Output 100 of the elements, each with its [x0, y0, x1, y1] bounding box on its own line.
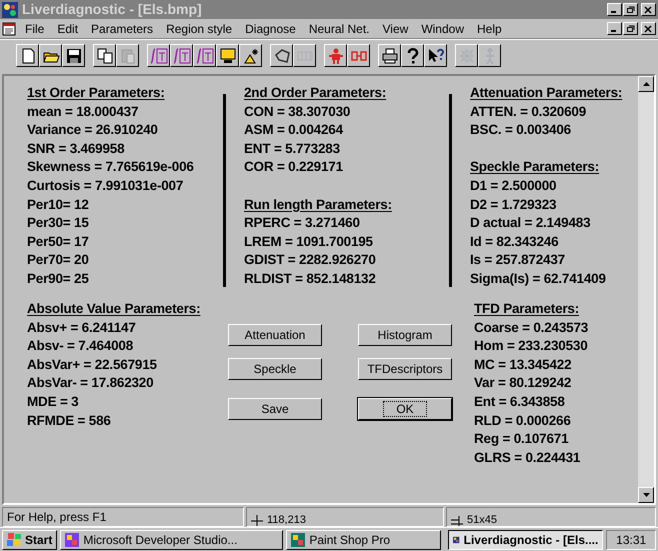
toolbar-button[interactable]	[147, 44, 170, 67]
toolbar-button[interactable]	[193, 44, 216, 67]
app-icon	[291, 532, 306, 546]
close-icon	[644, 6, 653, 14]
parameter-value: RFMDE = 586	[27, 412, 112, 430]
toolbar-button[interactable]	[424, 44, 447, 67]
restore-button[interactable]	[623, 22, 638, 35]
menu-item[interactable]: Parameters	[91, 20, 154, 38]
parameter-value: D2 = 1.729323	[470, 196, 558, 214]
parameter-value: AbsVar- = 17.862320	[27, 374, 154, 392]
parameter-value: CON = 38.307030	[244, 102, 352, 121]
scroll-up-button[interactable]	[638, 76, 654, 92]
app-icon	[65, 532, 80, 546]
app-icon	[2, 2, 18, 18]
parameter-value: COR = 0.229171	[244, 158, 344, 176]
menu-item[interactable]: Edit	[57, 20, 78, 38]
toolbar-button[interactable]	[347, 44, 370, 67]
parameter-value: Per30= 15	[27, 214, 90, 232]
taskbar-button[interactable]: Microsoft Developer Studio...	[60, 530, 284, 550]
section-heading: Absolute Value Parameters:	[27, 300, 202, 318]
parameter-value: Per50= 17	[27, 232, 90, 251]
monitor-icon	[218, 46, 236, 64]
section-heading: Attenuation Parameters:	[470, 84, 624, 102]
restore-button[interactable]	[623, 3, 638, 16]
status-message: For Help, press F1	[7, 509, 106, 526]
section-heading: 2nd Order Parameters:	[244, 84, 388, 102]
parameter-value: GDIST = 2282.926270	[244, 251, 377, 270]
menu-item[interactable]: Window	[421, 20, 464, 38]
figure-icon	[326, 46, 344, 64]
parameter-value: GLRS = 0.224431	[474, 448, 582, 467]
section-heading: Run length Parameters:	[244, 196, 393, 214]
toolbar-button[interactable]	[62, 44, 85, 67]
parameter-value: Variance = 26.910240	[27, 121, 159, 140]
parameter-value: Ent = 6.343858	[474, 392, 566, 411]
parameter-value: Var = 80.129242	[474, 374, 572, 392]
parameter-value: Hom = 233.230530	[474, 337, 589, 356]
minimize-button[interactable]	[607, 3, 622, 16]
copy-icon	[96, 46, 114, 64]
menu-item[interactable]: File	[25, 20, 44, 38]
down-arrow-icon	[642, 493, 650, 497]
start-button[interactable]: Start	[2, 530, 58, 550]
toolbar-button[interactable]	[16, 44, 39, 67]
cursor-position: 118,213	[267, 515, 306, 526]
parameter-value: Absv- = 7.464008	[27, 337, 134, 356]
scroll-down-button[interactable]	[638, 487, 654, 503]
toolbar-button[interactable]	[324, 44, 347, 67]
window-title: Liverdiagnostic - [Els.bmp]	[22, 0, 203, 19]
menu-item[interactable]: Help	[477, 20, 502, 38]
restore-icon	[626, 24, 635, 32]
crosshair-icon	[251, 515, 263, 526]
parameter-value: Is = 257.872437	[470, 251, 566, 270]
parameter-value: Per70= 20	[27, 251, 90, 270]
up-arrow-icon	[642, 82, 650, 86]
parameter-value: Id = 82.343246	[470, 232, 560, 251]
parameter-value: Curtosis = 7.991031e-007	[27, 176, 184, 195]
windows-logo-icon	[7, 533, 21, 546]
toolbar-button[interactable]	[401, 44, 424, 67]
restore-icon	[626, 6, 635, 14]
dialog-button[interactable]: Speckle	[228, 358, 322, 380]
toolbar-button[interactable]	[170, 44, 193, 67]
dialog-button[interactable]: TFDescriptors	[358, 358, 452, 380]
parameter-value: RLDIST = 852.148132	[244, 270, 377, 288]
toolbar-button[interactable]	[270, 44, 293, 67]
dialog-button[interactable]: OK	[358, 398, 452, 420]
pointer-question-icon	[426, 46, 444, 64]
parameter-value: ATTEN. = 0.320609	[470, 102, 588, 121]
parameter-value: ASM = 0.004264	[244, 121, 344, 140]
parameter-value: MDE = 3	[27, 392, 80, 411]
section-heading: TFD Parameters:	[474, 300, 580, 318]
toolbar-button[interactable]	[216, 44, 239, 67]
close-button[interactable]	[641, 22, 656, 35]
dialog-button[interactable]: Histogram	[358, 324, 452, 346]
parameter-value: RLD = 0.000266	[474, 412, 572, 430]
toolbar-button[interactable]	[239, 44, 262, 67]
parameter-value: Absv+ = 6.241147	[27, 318, 137, 337]
menu-item[interactable]: Neural Net.	[308, 20, 370, 38]
parameter-value: Per90= 25	[27, 270, 90, 288]
close-button[interactable]	[641, 3, 656, 16]
menu-item[interactable]: View	[382, 20, 408, 38]
section-heading: 1st Order Parameters:	[27, 84, 166, 102]
parameter-value: Per10= 12	[27, 196, 90, 214]
toolbar-button[interactable]	[93, 44, 116, 67]
parameter-value: D1 = 2.500000	[470, 176, 558, 195]
parameter-value: SNR = 3.469958	[27, 140, 126, 158]
toolbar-button[interactable]	[39, 44, 62, 67]
taskbar-button[interactable]: Liverdiagnostic - [Els....	[448, 530, 604, 550]
selection-size: 51x45	[467, 515, 497, 526]
minimize-button[interactable]	[607, 22, 622, 35]
dialog-button[interactable]: Attenuation	[228, 324, 322, 346]
toolbar-button[interactable]	[378, 44, 401, 67]
integral-chart-icon	[172, 46, 190, 64]
parameter-value: RPERC = 3.271460	[244, 214, 361, 232]
menu-item[interactable]: Region style	[166, 20, 232, 38]
document-icon[interactable]	[2, 22, 16, 36]
menu-item[interactable]: Diagnose	[245, 20, 296, 38]
dialog-button[interactable]: Save	[228, 398, 322, 420]
vertical-scrollbar[interactable]	[638, 76, 654, 503]
integral-chart-icon	[196, 46, 214, 64]
taskbar-button[interactable]: Paint Shop Pro	[286, 530, 442, 550]
parameter-value: Skewness = 7.765619e-006	[27, 158, 195, 176]
